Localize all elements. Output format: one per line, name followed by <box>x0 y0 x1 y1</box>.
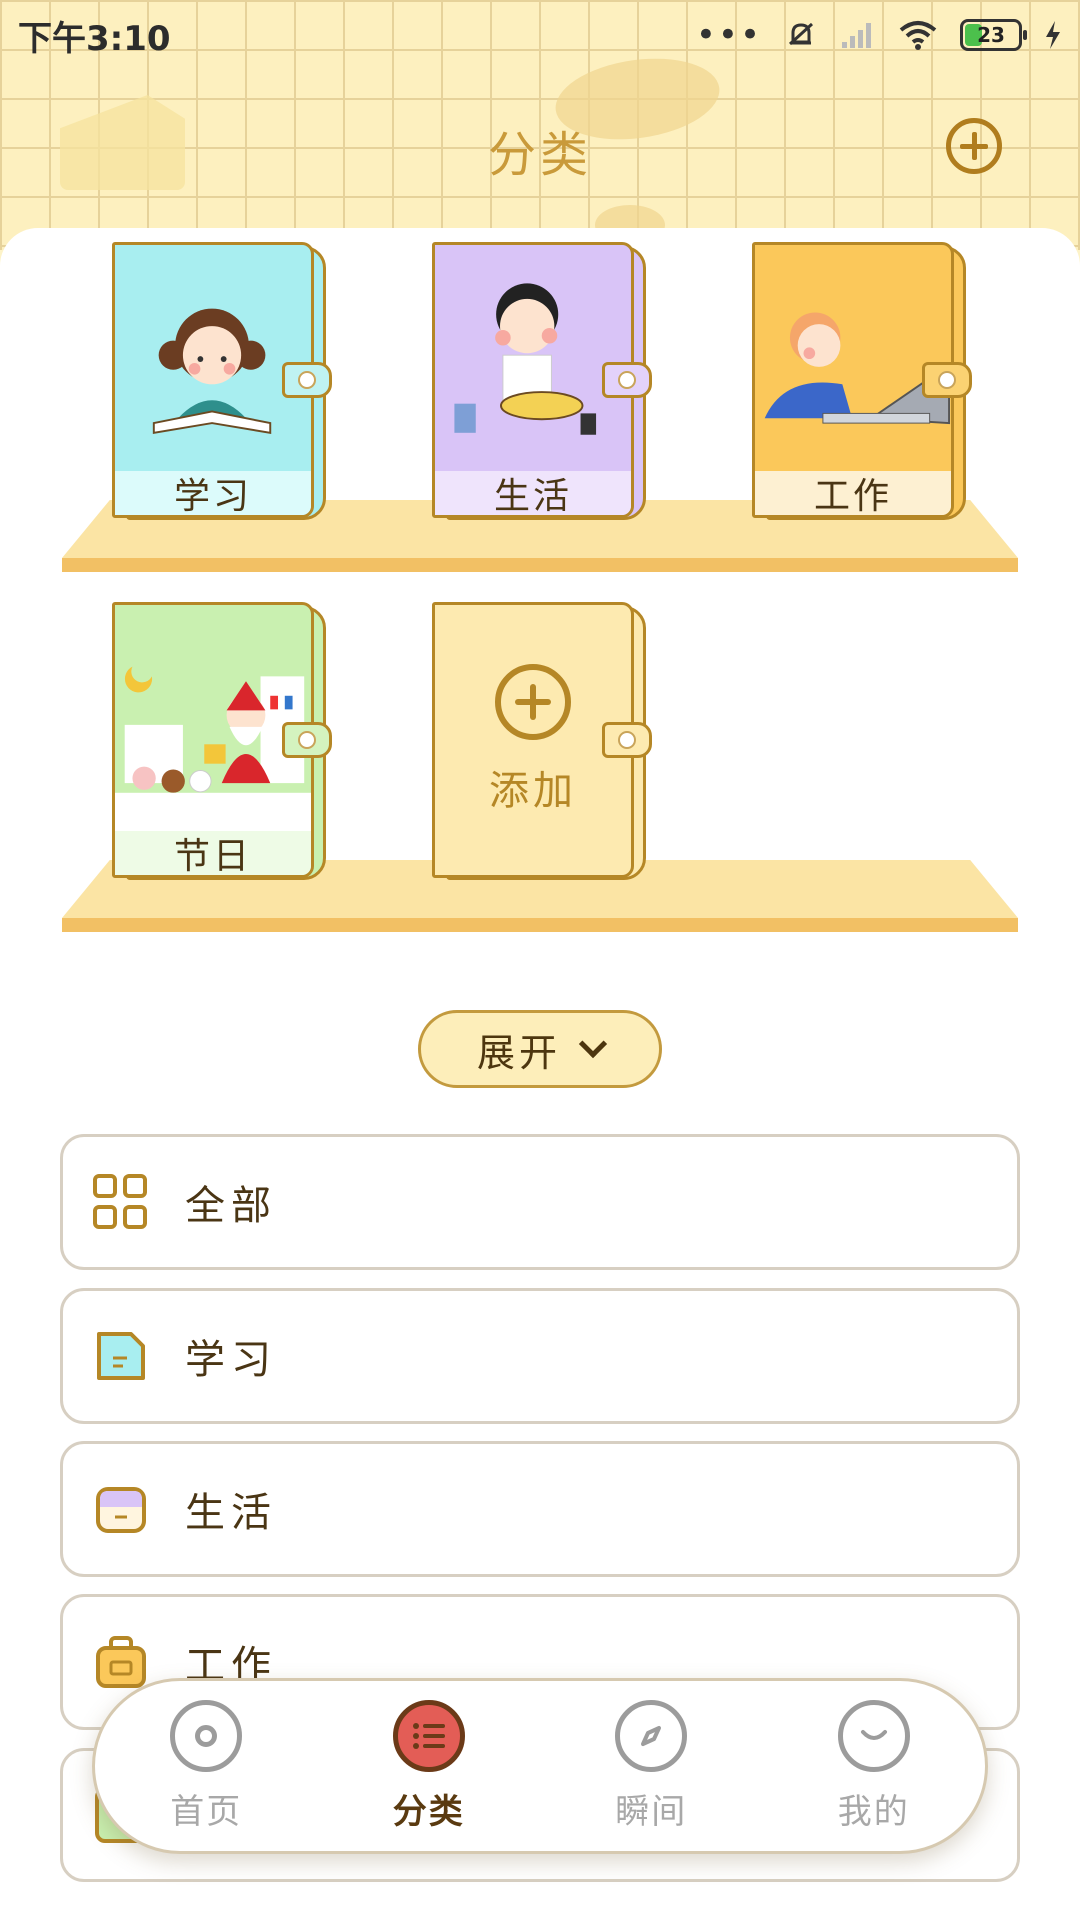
notebook-clasp <box>922 362 972 398</box>
disc-icon <box>170 1699 243 1772</box>
status-time: 下午3:10 <box>18 18 171 59</box>
expand-label: 展开 <box>476 1030 561 1075</box>
signal-icon <box>842 23 871 48</box>
grid-icon <box>93 1174 149 1230</box>
notebook-label: 学习 <box>115 471 311 515</box>
notebook-clasp <box>282 362 332 398</box>
status-icons: ••• 23 <box>696 18 1062 52</box>
battery-icon: 23 <box>960 19 1027 51</box>
notebook-study[interactable]: 学习 <box>112 242 332 520</box>
plus-icon <box>960 132 988 160</box>
more-notifications-icon: ••• <box>695 15 762 55</box>
header-add-button[interactable] <box>946 118 1002 174</box>
compass-icon <box>615 1699 688 1772</box>
nav-category[interactable]: 分类 <box>318 1699 541 1833</box>
battery-level: 23 <box>977 23 1005 47</box>
plus-circle-icon <box>495 664 571 740</box>
notebook-label: 工作 <box>755 471 951 515</box>
notebook-label: 生活 <box>435 471 631 515</box>
nav-label: 我的 <box>837 1791 910 1832</box>
notebook-clasp <box>602 722 652 758</box>
notebook-work[interactable]: 工作 <box>752 242 972 520</box>
wifi-icon <box>899 21 937 50</box>
notebook-clasp <box>282 722 332 758</box>
expand-button[interactable]: 展开 <box>418 1010 662 1088</box>
nav-profile[interactable]: 我的 <box>763 1699 986 1833</box>
boy-cooking-illustration <box>454 283 597 435</box>
list-icon <box>392 1699 465 1772</box>
girl-reading-illustration <box>152 308 272 434</box>
add-notebook-label: 添加 <box>489 768 577 814</box>
boy-laptop-illustration <box>764 312 951 425</box>
category-item-life[interactable]: 生活 <box>60 1441 1020 1577</box>
charging-icon <box>1046 21 1060 49</box>
nav-home[interactable]: 首页 <box>95 1699 318 1833</box>
category-label: 学习 <box>185 1337 277 1383</box>
mute-icon <box>788 22 814 46</box>
nav-moments[interactable]: 瞬间 <box>540 1699 763 1833</box>
category-label: 全部 <box>185 1183 277 1229</box>
bottom-navigation: 首页 分类 瞬间 我的 <box>92 1678 988 1854</box>
category-item-all[interactable]: 全部 <box>60 1134 1020 1270</box>
page-title: 分类 <box>487 127 592 183</box>
category-label: 生活 <box>185 1490 277 1536</box>
notebook-label: 节日 <box>115 831 311 875</box>
bag-icon <box>96 1636 146 1688</box>
note-icon <box>97 1332 145 1380</box>
nav-label: 瞬间 <box>615 1791 688 1832</box>
status-bar: 下午3:10 ••• 23 <box>0 0 1080 70</box>
nav-label: 分类 <box>392 1791 465 1832</box>
notebook-holiday[interactable]: 节日 <box>112 602 332 880</box>
chevron-down-icon <box>578 1029 608 1059</box>
notebook-clasp <box>602 362 652 398</box>
category-item-study[interactable]: 学习 <box>60 1288 1020 1424</box>
box-icon <box>96 1487 146 1533</box>
notebook-life[interactable]: 生活 <box>432 242 652 520</box>
nav-label: 首页 <box>170 1791 243 1832</box>
add-notebook-button[interactable]: 添加 <box>432 602 652 880</box>
santa-illustration <box>115 666 311 834</box>
smile-icon <box>837 1699 910 1772</box>
